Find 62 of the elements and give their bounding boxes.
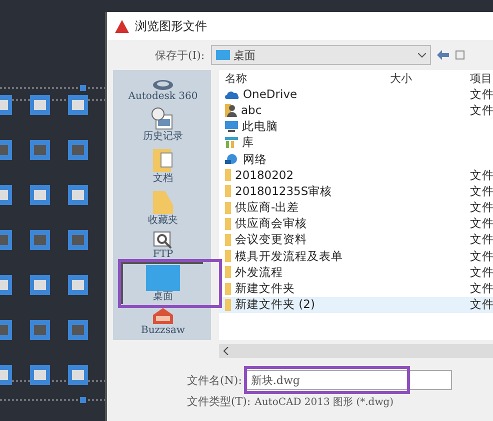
- save-in-dropdown[interactable]: 桌面: [210, 45, 431, 65]
- places-item[interactable]: 历史记录: [121, 104, 203, 144]
- computer-icon: [225, 121, 238, 132]
- places-item[interactable]: FTP: [121, 228, 203, 262]
- horizontal-scrollbar[interactable]: [219, 344, 493, 358]
- filename-label: 文件名(N):: [187, 372, 242, 388]
- file-name: 外发流程: [235, 264, 283, 280]
- places-item[interactable]: 文档: [121, 144, 203, 186]
- window-title: 浏览图形文件: [135, 18, 207, 34]
- desktop-icon: [216, 50, 230, 60]
- folder-icon: [225, 202, 231, 214]
- file-name: 会议变更资料: [235, 232, 307, 248]
- folder-icon: [225, 282, 231, 295]
- filetype-value[interactable]: AutoCAD 2013 图形 (*.dwg): [254, 394, 394, 408]
- cloud-icon: [225, 90, 239, 99]
- folder-icon: [225, 218, 231, 230]
- network-icon: [225, 153, 239, 166]
- file-name: 新建文件夹: [235, 281, 295, 296]
- folder-icon: [225, 298, 231, 311]
- folder-icon: [225, 234, 231, 246]
- file-name: 新建文件夹 (2): [235, 297, 315, 312]
- file-row[interactable]: 网络: [219, 150, 493, 168]
- toolbar-icon[interactable]: [454, 50, 465, 60]
- file-name: 此电脑: [242, 119, 278, 134]
- document-folder-icon: [152, 147, 174, 173]
- file-name: OneDrive: [243, 87, 298, 102]
- file-name: 网络: [243, 152, 267, 167]
- file-row[interactable]: 库: [219, 134, 493, 151]
- folder-icon: [152, 189, 174, 215]
- column-header[interactable]: 项目: [470, 70, 493, 86]
- clock-document-icon: [151, 107, 175, 131]
- folder-icon: [225, 250, 231, 262]
- file-name: 库: [242, 135, 254, 150]
- places-item[interactable]: 收藏夹: [121, 186, 203, 228]
- magnifier-picture-icon: [153, 231, 173, 249]
- file-name: 供应商-出差: [235, 200, 300, 216]
- column-header[interactable]: 大小: [390, 70, 470, 86]
- folder-icon: [225, 185, 231, 198]
- folder-icon: [225, 169, 231, 182]
- file-name: 供应商会审核: [235, 216, 307, 232]
- places-item[interactable]: Autodesk 360: [121, 74, 203, 104]
- column-header[interactable]: 名称: [225, 70, 390, 86]
- bookshelf-icon: [225, 137, 238, 148]
- back-arrow-icon[interactable]: [436, 50, 449, 60]
- file-name: 201801235S审核: [235, 184, 332, 199]
- file-row[interactable]: 此电脑: [219, 118, 493, 135]
- file-name: 20180202: [235, 168, 294, 182]
- scroll-left-icon[interactable]: [223, 347, 229, 355]
- places-item[interactable]: 桌面: [121, 262, 203, 304]
- cloud-swirl-icon: [152, 77, 174, 91]
- save-in-label: 保存于(I):: [155, 48, 205, 62]
- places-item[interactable]: Buzzsaw: [121, 304, 203, 338]
- filename-field[interactable]: 新块.dwg: [246, 370, 452, 390]
- app-logo-icon: [115, 20, 129, 32]
- file-name: abc: [241, 103, 262, 118]
- file-name: 模具开发流程及表单: [235, 248, 343, 264]
- house-icon: [152, 307, 174, 325]
- desktop-icon: [146, 265, 180, 291]
- folder-icon: [225, 266, 231, 278]
- filetype-label: 文件类型(T):: [187, 394, 251, 409]
- chevron-down-icon: [418, 52, 426, 58]
- user-icon: [225, 104, 237, 117]
